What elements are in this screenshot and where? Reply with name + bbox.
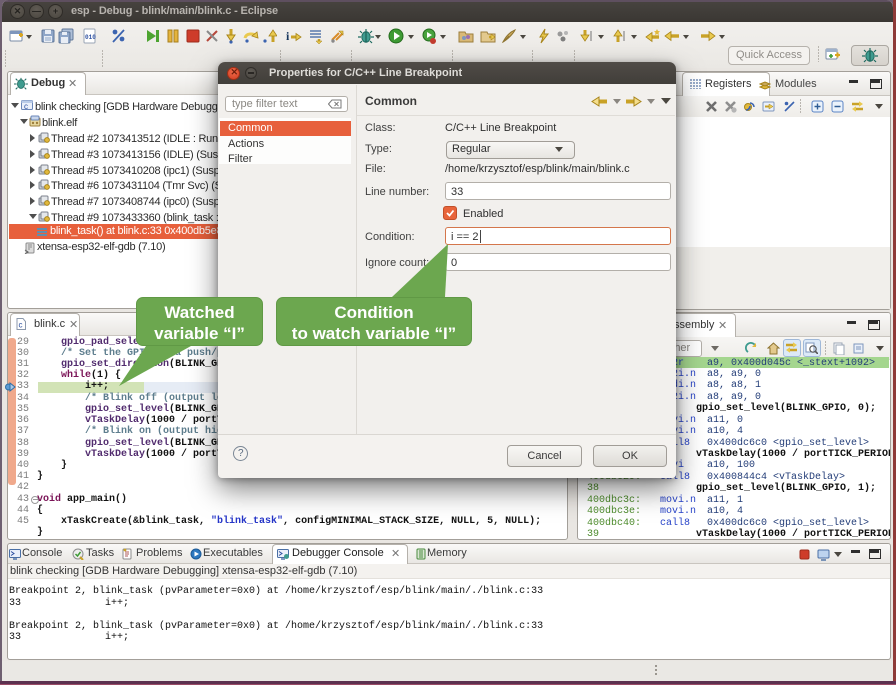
svg-text:i: i	[286, 29, 290, 43]
svg-text:010: 010	[85, 34, 96, 41]
svg-text:c: c	[24, 102, 28, 111]
svg-text:c: c	[19, 321, 23, 330]
